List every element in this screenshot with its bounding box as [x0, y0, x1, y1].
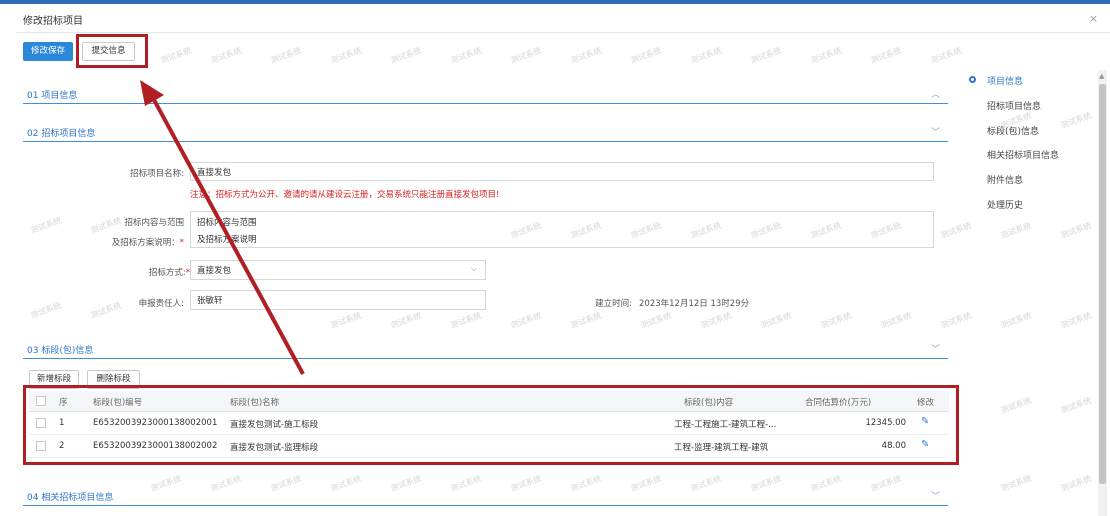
vertical-scrollbar[interactable]: ▲ — [1098, 70, 1107, 516]
annotation-arrow — [140, 80, 305, 375]
arrow-shaft — [151, 97, 305, 375]
arrow-head — [140, 80, 164, 106]
scroll-up-icon[interactable]: ▲ — [1099, 72, 1104, 80]
nav-item-tender-project-info[interactable]: 招标项目信息 — [987, 99, 1041, 112]
active-indicator-icon — [969, 76, 976, 83]
nav-item-attachments[interactable]: 附件信息 — [987, 173, 1023, 186]
nav-item-project-info[interactable]: 项目信息 — [987, 74, 1023, 87]
scroll-thumb[interactable] — [1099, 84, 1106, 484]
nav-item-lot-info[interactable]: 标段(包)信息 — [987, 124, 1039, 137]
nav-item-related-projects[interactable]: 相关招标项目信息 — [987, 148, 1059, 161]
nav-item-history[interactable]: 处理历史 — [987, 198, 1023, 211]
